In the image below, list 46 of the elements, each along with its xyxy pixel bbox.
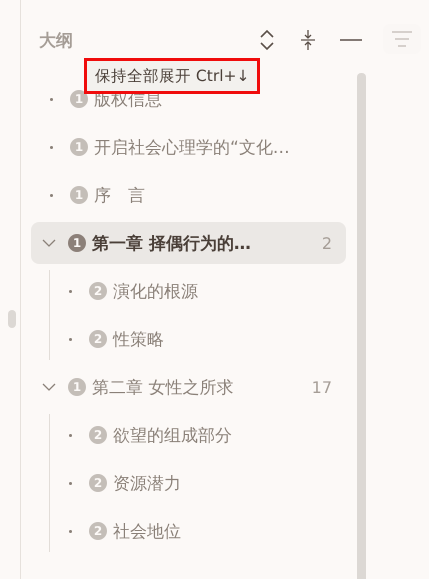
tooltip: 保持全部展开 Ctrl+↓: [84, 58, 260, 94]
bullet-icon: [69, 482, 72, 484]
item-label: 演化的根源: [113, 280, 199, 302]
minus-icon[interactable]: [340, 38, 362, 42]
bullet-icon: [69, 338, 72, 340]
expand-collapse-icon[interactable]: [258, 28, 276, 52]
level-badge: 2: [89, 474, 107, 492]
bullet-icon: [69, 434, 72, 436]
outline-item[interactable]: 2 欲望的组成部分: [50, 414, 346, 456]
outline-item[interactable]: 2 资源潜力: [50, 462, 346, 504]
outline-item[interactable]: 1 开启社会心理学的“文化…: [31, 126, 346, 168]
bullet-icon: [69, 290, 72, 292]
level-badge: 2: [89, 426, 107, 444]
bullet-icon: [69, 530, 72, 532]
scrollbar-thumb[interactable]: [357, 73, 366, 579]
item-label: 社会地位: [113, 520, 182, 542]
item-count: 2: [322, 234, 332, 252]
panel-title: 大纲: [39, 30, 74, 52]
level-badge: 1: [68, 378, 86, 396]
list-icon: [391, 30, 413, 48]
item-label: 欲望的组成部分: [113, 424, 233, 446]
bullet-icon: [50, 146, 53, 148]
level-badge: 2: [89, 330, 107, 348]
bullet-icon: [50, 194, 53, 196]
collapse-all-icon[interactable]: [300, 29, 316, 51]
item-label: 性策略: [113, 328, 165, 350]
level-badge: 1: [70, 90, 88, 108]
outline-item[interactable]: 2 性策略: [50, 318, 346, 360]
outline-item[interactable]: 2 社会地位: [50, 510, 346, 552]
item-label: 开启社会心理学的“文化…: [94, 136, 291, 158]
level-badge: 1: [70, 138, 88, 156]
level-badge: 2: [89, 282, 107, 300]
level-badge: 1: [70, 186, 88, 204]
outline-item[interactable]: 2 演化的根源: [50, 270, 346, 312]
item-label: 第二章 女性之所求: [92, 376, 234, 398]
outline-item[interactable]: 1 第二章 女性之所求 17: [31, 366, 346, 408]
item-label: 序 言: [94, 184, 146, 206]
outline-item[interactable]: 1 第一章 择偶行为的… 2: [31, 222, 346, 264]
bullet-icon: [50, 98, 53, 100]
level-badge: 2: [89, 522, 107, 540]
item-count: 17: [312, 378, 332, 396]
item-label: 资源潜力: [113, 472, 182, 494]
resize-handle[interactable]: [8, 310, 16, 328]
item-label: 第一章 择偶行为的…: [92, 232, 252, 254]
level-badge: 1: [68, 234, 86, 252]
outline-item[interactable]: 1 序 言: [31, 174, 346, 216]
